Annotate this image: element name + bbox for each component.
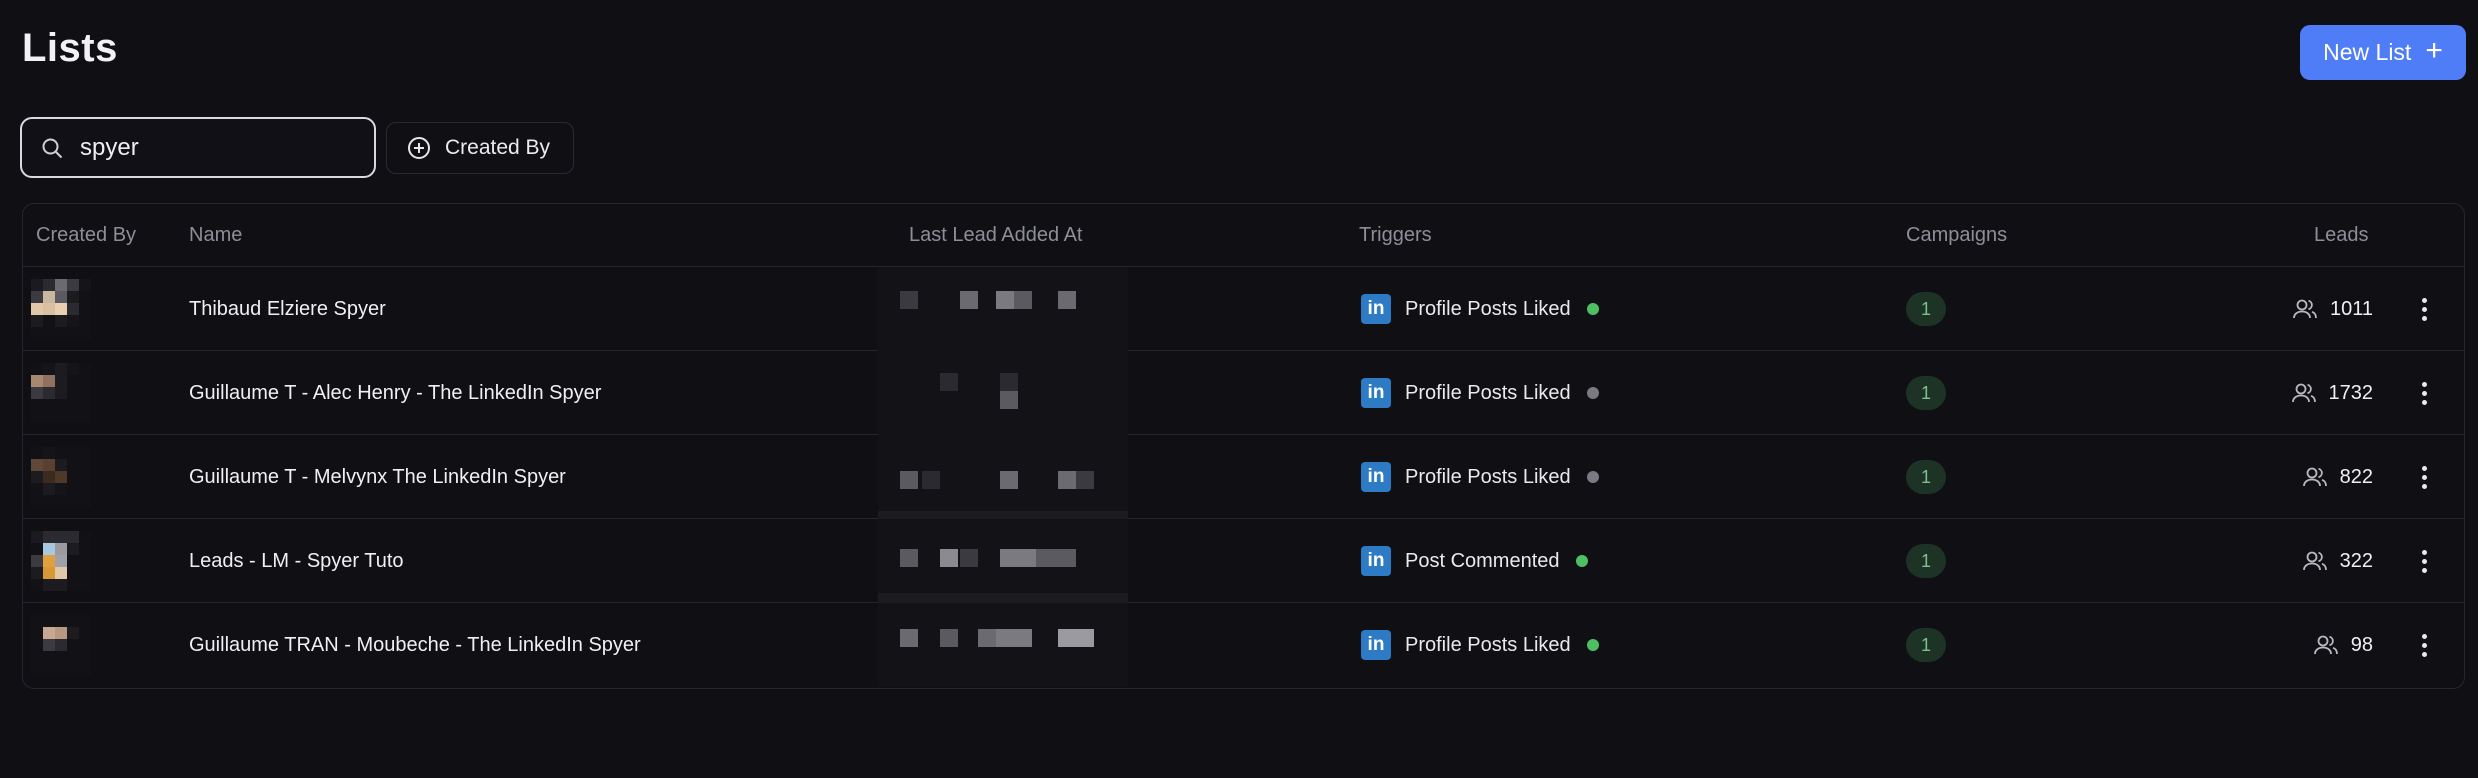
page-title: Lists — [22, 26, 118, 70]
leads-cell: 322 — [2213, 519, 2373, 603]
list-name[interactable]: Guillaume T - Melvynx The LinkedIn Spyer — [189, 435, 566, 519]
header-created-by[interactable]: Created By — [36, 224, 136, 247]
last-lead-added-redacted — [878, 435, 1128, 529]
users-icon — [2313, 635, 2338, 655]
leads-count: 1011 — [2329, 297, 2373, 320]
avatar — [31, 531, 91, 593]
linkedin-icon: in — [1361, 294, 1391, 324]
new-list-button[interactable]: New List + — [2300, 25, 2466, 80]
table-row[interactable]: Guillaume TRAN - Moubeche - The LinkedIn… — [23, 603, 2464, 687]
status-dot-icon — [1586, 639, 1599, 651]
leads-count: 822 — [2339, 465, 2373, 488]
list-name[interactable]: Guillaume TRAN - Moubeche - The LinkedIn… — [189, 603, 641, 687]
linkedin-icon: in — [1361, 378, 1391, 408]
row-actions-menu-icon[interactable] — [2409, 294, 2439, 324]
row-actions-menu-icon[interactable] — [2409, 462, 2439, 492]
avatar — [31, 363, 91, 425]
leads-count: 98 — [2350, 633, 2373, 656]
header-name[interactable]: Name — [189, 224, 242, 247]
list-name[interactable]: Guillaume T - Alec Henry - The LinkedIn … — [189, 351, 601, 435]
header-last-lead-added-at[interactable]: Last Lead Added At — [909, 224, 1083, 247]
users-icon — [2302, 551, 2327, 571]
linkedin-icon: in — [1361, 546, 1391, 576]
campaigns-count-badge: 1 — [1906, 544, 1946, 578]
plus-icon: + — [2425, 34, 2443, 67]
last-lead-added-redacted — [878, 351, 1128, 435]
row-actions-menu-icon[interactable] — [2409, 378, 2439, 408]
users-icon — [2291, 383, 2316, 403]
campaigns-count-badge: 1 — [1906, 376, 1946, 410]
lists-table: Created By Name Last Lead Added At Trigg… — [22, 203, 2465, 689]
search-icon — [42, 138, 63, 158]
avatar — [31, 615, 91, 677]
status-dot-icon — [1586, 471, 1599, 483]
campaigns-count-badge: 1 — [1906, 628, 1946, 662]
trigger-label: Profile Posts Liked — [1405, 465, 1571, 488]
trigger-label: Post Commented — [1405, 549, 1560, 572]
last-lead-added-redacted — [878, 519, 1128, 611]
table-row[interactable]: Leads - LM - Spyer Tuto in Post Commented 1… — [23, 519, 2464, 611]
linkedin-icon: in — [1361, 630, 1391, 660]
last-lead-added-redacted — [878, 267, 1128, 351]
table-row[interactable]: Guillaume T - Melvynx The LinkedIn Spyer… — [23, 435, 2464, 529]
plus-circle-icon — [408, 137, 430, 159]
trigger-cell: in Post Commented — [1361, 519, 1588, 603]
campaigns-count-badge: 1 — [1906, 460, 1946, 494]
created-by-filter-button[interactable]: Created By — [386, 122, 574, 174]
header-triggers[interactable]: Triggers — [1359, 224, 1432, 247]
list-name[interactable]: Leads - LM - Spyer Tuto — [189, 519, 404, 603]
table-header: Created By Name Last Lead Added At Trigg… — [23, 204, 2464, 267]
leads-cell: 1011 — [2213, 267, 2373, 351]
leads-count: 322 — [2339, 549, 2373, 572]
leads-cell: 1732 — [2213, 351, 2373, 435]
avatar — [31, 279, 91, 341]
trigger-cell: in Profile Posts Liked — [1361, 267, 1599, 351]
trigger-label: Profile Posts Liked — [1405, 297, 1571, 320]
leads-cell: 98 — [2213, 603, 2373, 687]
list-name[interactable]: Thibaud Elziere Spyer — [189, 267, 386, 351]
created-by-filter-label: Created By — [445, 136, 551, 159]
campaigns-count-badge: 1 — [1906, 292, 1946, 326]
leads-cell: 822 — [2213, 435, 2373, 519]
status-dot-icon — [1586, 387, 1599, 399]
trigger-cell: in Profile Posts Liked — [1361, 351, 1599, 435]
leads-count: 1732 — [2328, 381, 2374, 404]
trigger-cell: in Profile Posts Liked — [1361, 435, 1599, 519]
new-list-label: New List — [2323, 39, 2412, 65]
search-input[interactable] — [80, 133, 360, 162]
header-leads[interactable]: Leads — [2314, 224, 2369, 247]
row-actions-menu-icon[interactable] — [2409, 630, 2439, 660]
users-icon — [2302, 467, 2327, 487]
trigger-cell: in Profile Posts Liked — [1361, 603, 1599, 687]
header-campaigns[interactable]: Campaigns — [1906, 224, 2007, 247]
trigger-label: Profile Posts Liked — [1405, 633, 1571, 656]
status-dot-icon — [1586, 303, 1599, 315]
trigger-label: Profile Posts Liked — [1405, 381, 1571, 404]
linkedin-icon: in — [1361, 462, 1391, 492]
avatar — [31, 447, 91, 509]
status-dot-icon — [1575, 555, 1588, 567]
table-row[interactable]: Thibaud Elziere Spyer in Profile Posts Lik… — [23, 267, 2464, 351]
users-icon — [2293, 299, 2317, 319]
table-row[interactable]: Guillaume T - Alec Henry - The LinkedIn … — [23, 351, 2464, 435]
search-field[interactable] — [20, 117, 376, 178]
last-lead-added-redacted — [878, 603, 1128, 687]
row-actions-menu-icon[interactable] — [2409, 546, 2439, 576]
